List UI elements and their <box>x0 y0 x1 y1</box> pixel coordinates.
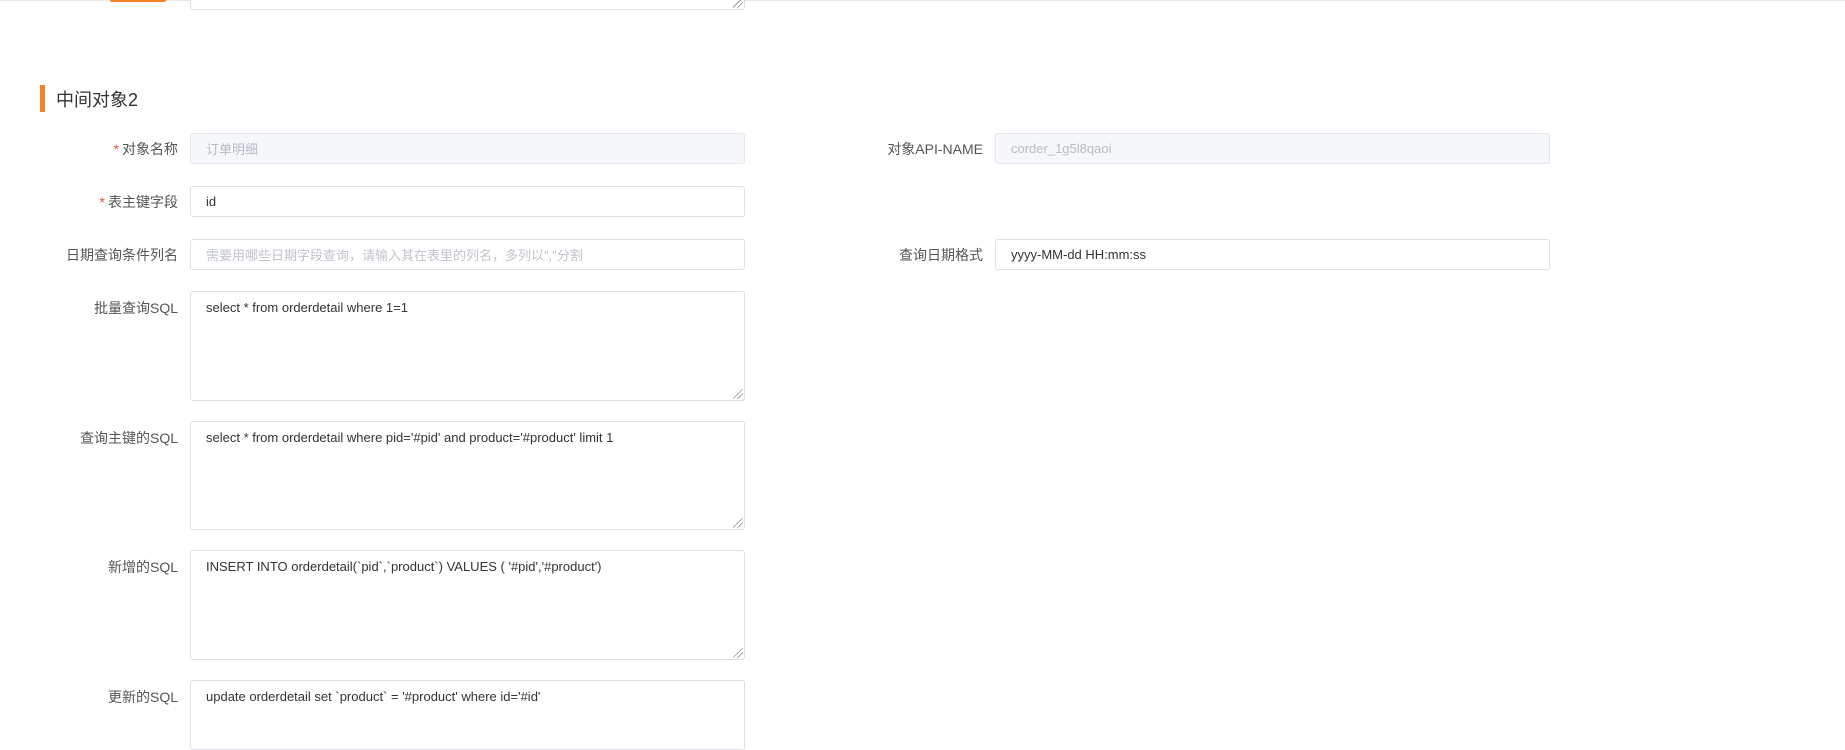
resize-grip-icon[interactable] <box>733 389 743 399</box>
api-name-label-text: 对象API-NAME <box>887 141 983 157</box>
resize-grip-icon[interactable] <box>733 518 743 528</box>
object-name-value: 订单明细 <box>206 142 259 157</box>
insert-sql-value: INSERT INTO orderdetail(`pid`,`product`)… <box>206 559 602 574</box>
previous-section-button-edge[interactable] <box>110 0 166 2</box>
date-format-label: 查询日期格式 <box>899 245 983 265</box>
object-name-label: * 对象名称 <box>114 139 178 159</box>
section-title: 中间对象2 <box>56 89 139 110</box>
insert-sql-textarea[interactable]: INSERT INTO orderdetail(`pid`,`product`)… <box>190 550 745 660</box>
object-name-label-text: 对象名称 <box>122 141 178 157</box>
pk-sql-label-text: 查询主键的SQL <box>79 430 178 446</box>
required-mark: * <box>113 141 119 157</box>
update-sql-label: 更新的SQL <box>108 687 178 707</box>
date-condition-label-text: 日期查询条件列名 <box>66 247 178 263</box>
api-name-value: corder_1g5l8qaoi <box>1011 141 1112 156</box>
api-name-input[interactable]: corder_1g5l8qaoi <box>995 133 1550 164</box>
required-mark: * <box>99 194 105 210</box>
update-sql-label-text: 更新的SQL <box>107 689 178 705</box>
update-sql-value: update orderdetail set `product` = '#pro… <box>206 689 541 704</box>
section-header: 中间对象2 <box>40 85 138 112</box>
section-accent-bar <box>40 85 45 112</box>
date-condition-input[interactable]: 需要用哪些日期字段查询，请输入其在表里的列名，多列以","分割 <box>190 239 745 270</box>
date-format-value: yyyy-MM-dd HH:mm:ss <box>1011 247 1147 262</box>
date-condition-placeholder: 需要用哪些日期字段查询，请输入其在表里的列名，多列以","分割 <box>206 248 583 263</box>
insert-sql-label-text: 新增的SQL <box>107 559 178 575</box>
primary-key-label: * 表主键字段 <box>100 192 178 212</box>
batch-sql-label-text: 批量查询SQL <box>93 300 178 316</box>
primary-key-value: id <box>206 194 217 209</box>
date-condition-label: 日期查询条件列名 <box>66 245 178 265</box>
pk-sql-value: select * from orderdetail where pid='#pi… <box>206 430 614 445</box>
batch-sql-value: select * from orderdetail where 1=1 <box>206 300 408 315</box>
resize-grip-icon[interactable] <box>733 648 743 658</box>
primary-key-label-text: 表主键字段 <box>108 194 178 210</box>
object-name-input[interactable]: 订单明细 <box>190 133 745 164</box>
date-format-label-text: 查询日期格式 <box>899 247 983 263</box>
insert-sql-label: 新增的SQL <box>108 557 178 577</box>
batch-sql-textarea[interactable]: select * from orderdetail where 1=1 <box>190 291 745 401</box>
update-sql-textarea[interactable]: update orderdetail set `product` = '#pro… <box>190 680 745 750</box>
date-format-input[interactable]: yyyy-MM-dd HH:mm:ss <box>995 239 1550 270</box>
previous-section-textarea[interactable] <box>190 0 745 10</box>
pk-sql-label: 查询主键的SQL <box>80 428 178 448</box>
batch-sql-label: 批量查询SQL <box>94 298 178 318</box>
pk-sql-textarea[interactable]: select * from orderdetail where pid='#pi… <box>190 421 745 530</box>
resize-grip-icon[interactable] <box>733 0 743 8</box>
api-name-label: 对象API-NAME <box>887 139 983 159</box>
primary-key-input[interactable]: id <box>190 186 745 217</box>
